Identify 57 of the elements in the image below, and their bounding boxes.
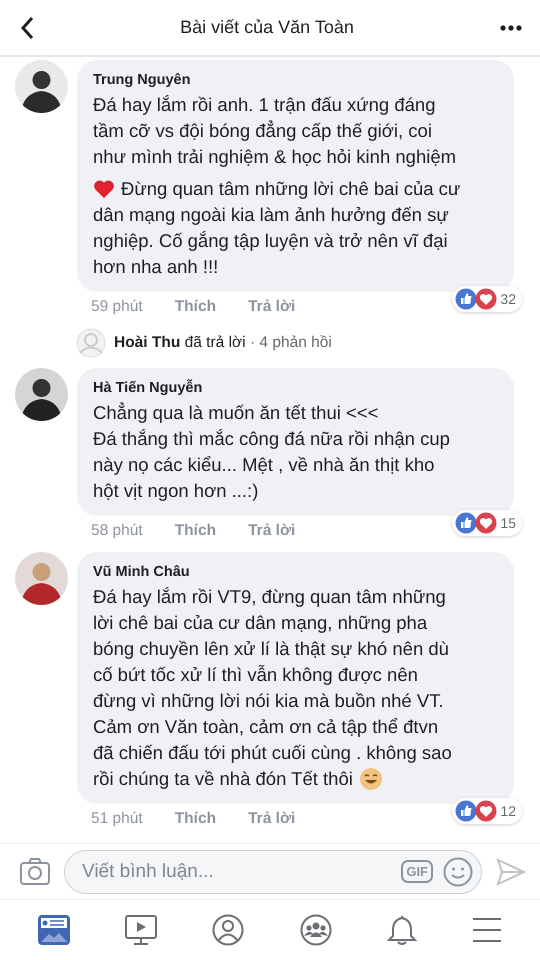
like-link[interactable]: Thích: [174, 522, 216, 546]
comment-text: Cảm ơn Văn toàn, cảm ơn cả tập thể đtvn: [93, 715, 438, 739]
menu-icon: [472, 917, 502, 943]
comment-text: tầm cỡ vs đội bóng đẳng cấp thế giới, coi: [93, 119, 432, 143]
comment-author[interactable]: Trung Nguyên: [93, 72, 504, 88]
comment-text: này nọ các kiểu... Mệt , về nhà ăn thịt kho: [93, 453, 434, 477]
comment-text: Đừng quan tâm những lời chê bai của cư: [121, 177, 460, 201]
comment-text: đã chiến đấu tới phút cuối cùng . không sao: [93, 741, 452, 765]
smiley-emoji-icon: [358, 767, 383, 791]
reply-link[interactable]: Trả lời: [248, 298, 296, 322]
heart-emoji-icon: [93, 179, 115, 199]
comment-text: dân mạng ngoài kia làm ảnh hưởng đến sự: [93, 203, 449, 227]
reaction-count[interactable]: 15: [452, 510, 522, 536]
comment-field[interactable]: Viết bình luận... GIF: [64, 850, 482, 894]
comment-text: lời chê bai của cư dân mạng, những pha: [93, 611, 428, 635]
like-reaction-icon: [455, 800, 478, 822]
comment-text: Đá hay lắm rồi VT9, đừng quan tâm những: [93, 585, 446, 609]
love-reaction-icon: [475, 288, 498, 310]
comment-text: Chẳng qua là muốn ăn tết thui <<<: [93, 401, 378, 425]
comment-text: cố bứt tốc xử lí thì vẫn không được nên: [93, 663, 418, 687]
like-link[interactable]: Thích: [174, 298, 216, 322]
like-link[interactable]: Thích: [174, 810, 216, 834]
comment-time: 59 phút: [91, 298, 143, 317]
groups-icon: [300, 914, 332, 946]
love-reaction-icon: [475, 800, 498, 822]
comment-author[interactable]: Hà Tiến Nguyễn: [93, 380, 504, 396]
comment-text: rồi chúng ta về nhà đón Tết thôi: [93, 767, 353, 791]
reply-link[interactable]: Trả lời: [248, 810, 296, 834]
reaction-count[interactable]: 32: [452, 286, 522, 312]
comment-text: Đá hay lắm rồi anh. 1 trận đấu xứng đáng: [93, 93, 436, 117]
avatar-icon: [76, 328, 106, 358]
comment-author[interactable]: Vũ Minh Châu: [93, 564, 504, 580]
page-title: Bài viết của Văn Toàn: [180, 17, 354, 38]
comment-text: nghiệp. Cố gắng tập luyện và trở nên vĩ đại: [93, 229, 448, 253]
comment-text: đừng vì những lời nói kia mà buồn nhé VT.: [93, 689, 444, 713]
news-feed-icon: [38, 915, 70, 945]
like-reaction-icon: [455, 288, 478, 310]
comment-text: bóng chuyền lên xử lí là thật sự khó nên dù: [93, 637, 449, 661]
video-icon: [124, 914, 157, 946]
reaction-count[interactable]: 12: [452, 798, 522, 824]
comment-text: như mình trải nghiệm & học hỏi kinh nghiệm: [93, 145, 456, 169]
comment-text: hơn nha anh !!!: [93, 255, 218, 279]
replies-summary[interactable]: Hoài Thu đã trả lời · 4 phản hồi: [0, 322, 540, 362]
love-reaction-icon: [475, 512, 498, 534]
camera-icon[interactable]: [20, 858, 50, 885]
reply-link[interactable]: Trả lời: [248, 522, 296, 546]
comment-text: Đá thắng thì mắc công đá nữa rồi nhận cup: [93, 427, 450, 451]
comment-time: 51 phút: [91, 810, 143, 829]
back-icon[interactable]: [20, 16, 34, 40]
notifications-bell-icon: [386, 914, 417, 946]
comment-time: 58 phút: [91, 522, 143, 541]
comment-text: hột vịt ngon hơn ...:): [93, 479, 258, 503]
profile-icon: [212, 914, 244, 946]
more-options-icon[interactable]: [500, 24, 522, 30]
like-reaction-icon: [455, 512, 478, 534]
gif-button[interactable]: GIF: [401, 860, 433, 883]
smiley-icon[interactable]: [443, 856, 473, 886]
